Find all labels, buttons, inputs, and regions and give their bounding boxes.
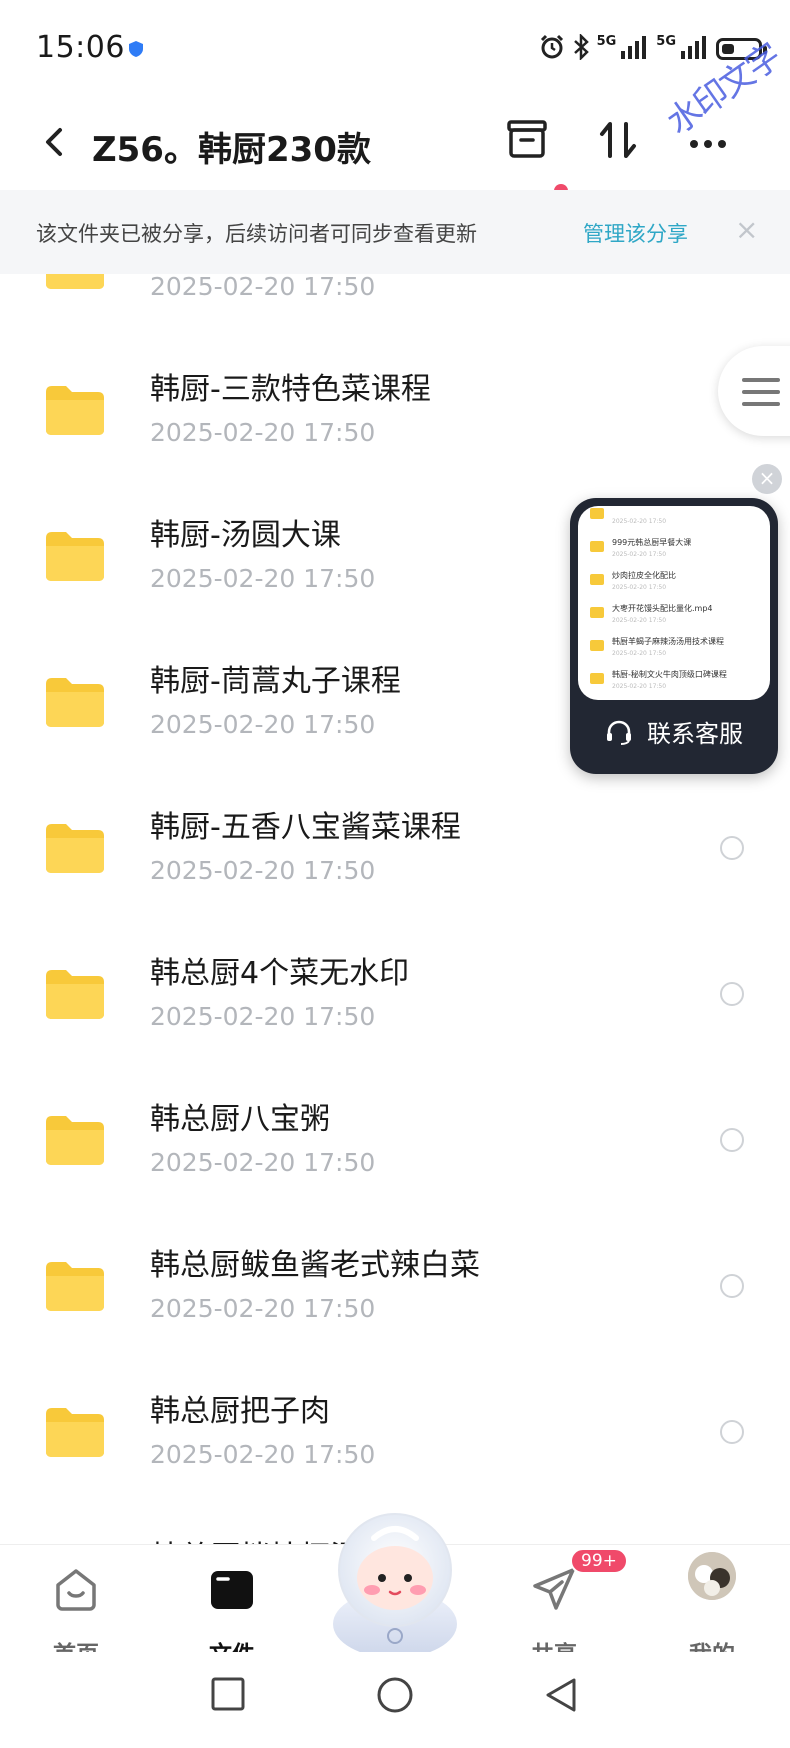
file-row[interactable]: 韩总厨把子肉 2025-02-20 17:50 xyxy=(0,1356,790,1502)
select-checkbox[interactable] xyxy=(720,1274,744,1298)
folder-icon xyxy=(44,1406,106,1458)
mini-folder-icon xyxy=(590,574,604,585)
preview-date: 2025-02-20 17:50 xyxy=(612,683,667,690)
file-folder-icon xyxy=(208,1565,256,1613)
preview-name: 999元韩总厨早餐大课 xyxy=(612,538,692,547)
network-type-2: 5G xyxy=(656,33,676,49)
headset-icon xyxy=(605,719,633,751)
preview-row: 2025-02-20 17:50 xyxy=(586,506,762,536)
preview-date: 2025-02-20 17:50 xyxy=(612,518,667,525)
preview-name: 韩厨-秘制文火牛肉顶级口碑课程 xyxy=(612,670,727,679)
network-type-1: 5G xyxy=(596,33,617,49)
folder-icon xyxy=(44,1114,106,1166)
page-title: Z56。韩厨230款 xyxy=(92,130,371,170)
select-checkbox[interactable] xyxy=(720,1420,744,1444)
home-icon xyxy=(52,1565,100,1613)
file-name: 韩总厨八宝粥 xyxy=(150,1102,330,1137)
back-button-icon[interactable] xyxy=(544,1676,578,1718)
folder-icon xyxy=(44,274,106,290)
file-name: 韩总厨4个菜无水印 xyxy=(150,956,410,991)
top-app-bar: Z56。韩厨230款 xyxy=(0,100,790,208)
file-name: 韩厨-茼蒿丸子课程 xyxy=(150,664,401,699)
preview-row: 999元韩总厨早餐大课 2025-02-20 17:50 xyxy=(586,533,762,569)
file-row[interactable]: 2025-02-20 17:50 xyxy=(0,274,790,334)
file-name: 韩厨-汤圆大课 xyxy=(150,518,341,553)
preview-date: 2025-02-20 17:50 xyxy=(612,551,667,558)
folder-icon xyxy=(44,968,106,1020)
contact-service-label: 联系客服 xyxy=(570,714,778,751)
home-button-icon[interactable] xyxy=(376,1676,414,1718)
preview-row: 韩厨羊蝎子麻辣汤汤用技术课程 2025-02-20 17:50 xyxy=(586,632,762,668)
file-row[interactable]: 韩总厨鲅鱼酱老式辣白菜 2025-02-20 17:50 xyxy=(0,1210,790,1356)
shield-icon xyxy=(128,40,144,62)
menu-icon xyxy=(742,378,780,414)
file-date: 2025-02-20 17:50 xyxy=(150,1148,376,1177)
back-arrow-icon[interactable] xyxy=(40,122,70,162)
file-date: 2025-02-20 17:50 xyxy=(150,710,376,739)
share-banner-text: 该文件夹已被分享，后续访问者可同步查看更新 xyxy=(36,222,477,246)
service-preview: 2025-02-20 17:50 999元韩总厨早餐大课 2025-02-20 17… xyxy=(578,506,770,700)
preview-name: 韩厨羊蝎子麻辣汤汤用技术课程 xyxy=(612,637,724,646)
preview-row: 炒肉拉皮全化配比 2025-02-20 17:50 xyxy=(586,566,762,602)
more-options-button[interactable] xyxy=(684,116,734,170)
signal-icon xyxy=(620,35,648,63)
status-time: 15:06 xyxy=(36,30,125,65)
manage-share-link[interactable]: 管理该分享 xyxy=(583,218,688,248)
folder-icon xyxy=(44,530,106,582)
file-name: 韩总厨把子肉 xyxy=(150,1394,330,1429)
mini-folder-icon xyxy=(590,607,604,618)
preview-date: 2025-02-20 17:50 xyxy=(612,584,667,591)
folder-icon xyxy=(44,822,106,874)
sort-button[interactable] xyxy=(596,116,646,170)
mascot-assistant-button[interactable] xyxy=(316,1500,474,1660)
alarm-icon xyxy=(539,34,565,64)
status-bar: 15:06 5G 5G 水印文字 xyxy=(0,0,790,143)
banner-close-icon[interactable]: × xyxy=(735,216,758,244)
bluetooth-icon xyxy=(573,32,589,64)
contact-service-text: 联系客服 xyxy=(647,720,743,748)
file-date: 2025-02-20 17:50 xyxy=(150,1440,376,1469)
mini-folder-icon xyxy=(590,673,604,684)
mini-folder-icon xyxy=(590,640,604,651)
service-widget-close-icon[interactable]: × xyxy=(752,464,782,494)
select-checkbox[interactable] xyxy=(720,982,744,1006)
file-row[interactable]: 韩总厨八宝粥 2025-02-20 17:50 xyxy=(0,1064,790,1210)
mini-folder-icon xyxy=(590,541,604,552)
folder-icon xyxy=(44,384,106,436)
file-date: 2025-02-20 17:50 xyxy=(150,418,376,447)
preview-name: 大枣开花馒头配比量化.mp4 xyxy=(612,604,713,613)
preview-date: 2025-02-20 17:50 xyxy=(612,617,667,624)
share-banner: 该文件夹已被分享，后续访问者可同步查看更新 管理该分享 × xyxy=(0,190,790,274)
preview-row: 韩厨-秘制文火牛肉顶级口碑课程 2025-02-20 17:50 xyxy=(586,665,762,700)
file-name: 韩总厨鲅鱼酱老式辣白菜 xyxy=(150,1248,480,1283)
mini-folder-icon xyxy=(590,508,604,519)
avatar[interactable] xyxy=(688,1552,736,1600)
file-date: 2025-02-20 17:50 xyxy=(150,856,376,885)
file-name: 韩厨-三款特色菜课程 xyxy=(150,372,431,407)
preview-row: 大枣开花馒头配比量化.mp4 2025-02-20 17:50 xyxy=(586,599,762,635)
system-nav-bar xyxy=(0,1652,790,1748)
archive-button[interactable] xyxy=(504,116,554,170)
customer-service-widget[interactable]: 2025-02-20 17:50 999元韩总厨早餐大课 2025-02-20 17… xyxy=(570,498,778,774)
folder-icon xyxy=(44,1260,106,1312)
share-badge: 99+ xyxy=(570,1548,628,1574)
file-date: 2025-02-20 17:50 xyxy=(150,274,376,301)
file-row[interactable]: 韩厨-五香八宝酱菜课程 2025-02-20 17:50 xyxy=(0,772,790,918)
folder-icon xyxy=(44,676,106,728)
file-name: 韩厨-五香八宝酱菜课程 xyxy=(150,810,461,845)
preview-date: 2025-02-20 17:50 xyxy=(612,650,667,657)
file-row[interactable]: 韩总厨4个菜无水印 2025-02-20 17:50 xyxy=(0,918,790,1064)
file-list: 2025-02-20 17:50 韩厨-三款特色菜课程 2025-02-20 17:… xyxy=(0,274,790,1544)
file-row[interactable]: 韩厨-三款特色菜课程 2025-02-20 17:50 xyxy=(0,334,790,480)
file-date: 2025-02-20 17:50 xyxy=(150,1294,376,1323)
select-checkbox[interactable] xyxy=(720,1128,744,1152)
file-date: 2025-02-20 17:50 xyxy=(150,564,376,593)
paper-plane-icon xyxy=(530,1565,578,1613)
preview-name: 炒肉拉皮全化配比 xyxy=(612,571,676,580)
recents-button-icon[interactable] xyxy=(210,1676,246,1716)
select-checkbox[interactable] xyxy=(720,836,744,860)
signal-icon-2 xyxy=(680,35,708,63)
file-date: 2025-02-20 17:50 xyxy=(150,1002,376,1031)
